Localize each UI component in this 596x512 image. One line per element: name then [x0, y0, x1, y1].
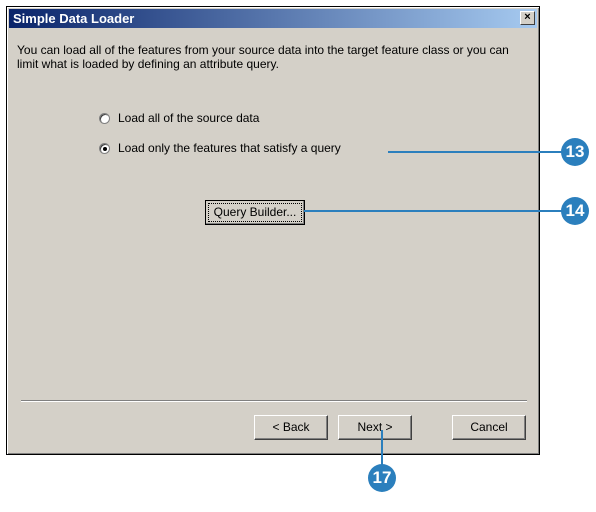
simple-data-loader-dialog: Simple Data Loader × You can load all of…	[6, 6, 540, 455]
window-title: Simple Data Loader	[13, 11, 135, 26]
callout-13-leader	[388, 151, 562, 153]
callout-14-leader	[304, 210, 562, 212]
next-button[interactable]: Next >	[338, 415, 412, 440]
callout-14-badge: 14	[561, 197, 589, 225]
radio-load-all[interactable]	[99, 112, 110, 124]
option-load-query-label: Load only the features that satisfy a qu…	[118, 141, 341, 155]
close-button[interactable]: ×	[520, 11, 535, 25]
footer-separator	[21, 400, 527, 402]
option-load-all-label: Load all of the source data	[118, 111, 260, 125]
callout-17-badge: 17	[368, 464, 396, 492]
cancel-button[interactable]: Cancel	[452, 415, 526, 440]
title-bar[interactable]: Simple Data Loader ×	[9, 9, 537, 28]
description-text: You can load all of the features from yo…	[17, 43, 509, 71]
option-load-all[interactable]: Load all of the source data	[99, 111, 259, 125]
callout-17-leader	[381, 430, 383, 465]
radio-load-query[interactable]	[99, 142, 110, 154]
callout-13-badge: 13	[561, 138, 589, 166]
option-load-query[interactable]: Load only the features that satisfy a qu…	[99, 141, 341, 155]
query-builder-button[interactable]: Query Builder...	[205, 200, 305, 225]
back-button[interactable]: < Back	[254, 415, 328, 440]
